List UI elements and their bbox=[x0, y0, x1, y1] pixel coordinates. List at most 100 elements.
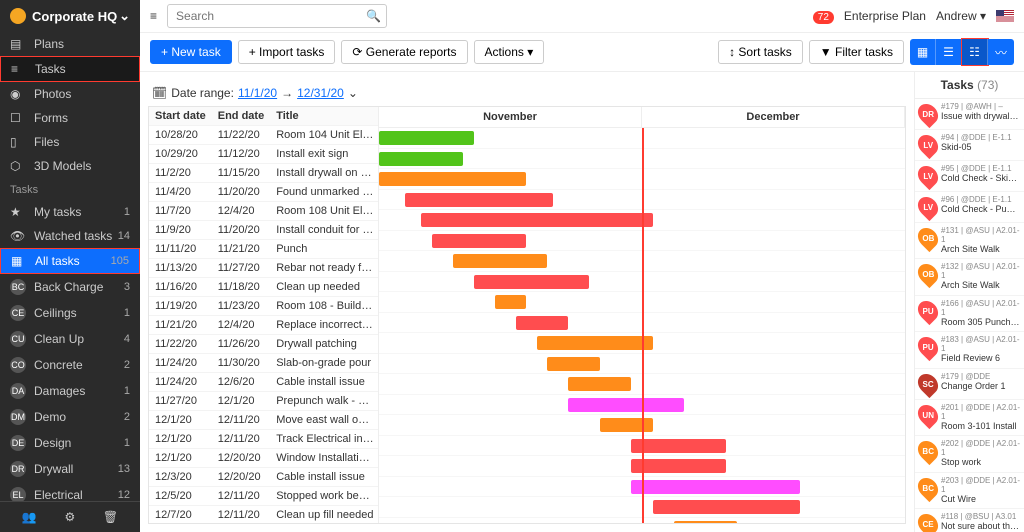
gantt-bar[interactable] bbox=[474, 275, 590, 289]
cat-electrical[interactable]: ELElectrical12 bbox=[0, 482, 140, 501]
view-gantt-button[interactable]: ☷ bbox=[962, 39, 988, 65]
task-row[interactable]: 10/29/2011/12/20Install exit sign bbox=[149, 145, 379, 164]
task-card[interactable]: OB#131 | @ASU | A2.01-1Arch Site Walk bbox=[915, 223, 1024, 259]
gantt-bar[interactable] bbox=[432, 234, 527, 248]
task-row[interactable]: 11/24/2012/6/20Cable install issue bbox=[149, 373, 379, 392]
gantt-bar[interactable] bbox=[568, 377, 631, 391]
gantt-bar[interactable] bbox=[379, 172, 526, 186]
nav-photos[interactable]: ◉Photos bbox=[0, 82, 140, 106]
nav-tasks[interactable]: ≡Tasks bbox=[0, 56, 140, 82]
cat-back-charge[interactable]: BCBack Charge3 bbox=[0, 274, 140, 300]
cat-demo[interactable]: DMDemo2 bbox=[0, 404, 140, 430]
chevron-down-icon[interactable]: ⌄ bbox=[348, 86, 358, 100]
task-row[interactable]: 11/21/2012/4/20Replace incorrect terrazz… bbox=[149, 316, 379, 335]
cat-concrete[interactable]: COConcrete2 bbox=[0, 352, 140, 378]
view-list-button[interactable]: ☰ bbox=[936, 39, 962, 65]
date-from[interactable]: 11/1/20 bbox=[238, 86, 277, 100]
gantt-bar[interactable] bbox=[653, 500, 800, 514]
nav-plans[interactable]: ▤Plans bbox=[0, 32, 140, 56]
task-row[interactable]: 11/27/2012/1/20Prepunch walk - East Wing bbox=[149, 392, 379, 411]
gantt-bar[interactable] bbox=[600, 418, 653, 432]
gantt-bar[interactable] bbox=[631, 459, 726, 473]
col-title[interactable]: Title bbox=[270, 107, 379, 126]
cat-badge: DE bbox=[10, 435, 26, 451]
gantt-bar[interactable] bbox=[631, 480, 799, 494]
user-menu[interactable]: Andrew ▾ bbox=[936, 9, 986, 23]
task-row[interactable]: 12/1/2012/11/20Move east wall on buildin… bbox=[149, 411, 379, 430]
gantt-bar[interactable] bbox=[631, 439, 726, 453]
people-icon[interactable]: 👥 bbox=[22, 510, 37, 524]
notification-bell[interactable]: 72 bbox=[813, 9, 834, 23]
col-end[interactable]: End date bbox=[212, 107, 270, 126]
task-row[interactable]: 11/11/2011/21/20Punch bbox=[149, 240, 379, 259]
date-to[interactable]: 12/31/20 bbox=[297, 86, 344, 100]
gantt-bar[interactable] bbox=[421, 213, 652, 227]
task-card[interactable]: CE#118 | @BSU | A3.01Not sure about this… bbox=[915, 509, 1024, 532]
generate-reports-button[interactable]: ⟳ Generate reports bbox=[341, 40, 467, 64]
task-row[interactable]: 11/2/2011/15/20Install drywall on wall bbox=[149, 164, 379, 183]
task-card[interactable]: DR#179 | @AWH | –Issue with drywall on… bbox=[915, 99, 1024, 130]
menu-icon[interactable]: ≡ bbox=[150, 9, 157, 23]
task-row[interactable]: 11/19/2011/23/20Room 108 - Building 2 In… bbox=[149, 297, 379, 316]
flag-icon[interactable] bbox=[996, 10, 1014, 22]
gantt-bar[interactable] bbox=[405, 193, 552, 207]
task-card[interactable]: LV#95 | @DDE | E-1.1Cold Check - Skid-05 bbox=[915, 161, 1024, 192]
actions-dropdown[interactable]: Actions ▾ bbox=[474, 40, 545, 64]
task-card[interactable]: UN#201 | @DDE | A2.01-1Room 3-101 Instal… bbox=[915, 400, 1024, 436]
subnav-my-tasks[interactable]: ★My tasks1 bbox=[0, 200, 140, 224]
gantt-bar[interactable] bbox=[379, 131, 474, 145]
col-start[interactable]: Start date bbox=[149, 107, 212, 126]
task-row[interactable]: 12/7/2012/11/20Clean up fill needed bbox=[149, 506, 379, 524]
task-card[interactable]: OB#132 | @ASU | A2.01-1Arch Site Walk bbox=[915, 259, 1024, 295]
task-card[interactable]: BC#202 | @DDE | A2.01-1Stop work bbox=[915, 436, 1024, 472]
nav-forms[interactable]: ☐Forms bbox=[0, 106, 140, 130]
view-grid-button[interactable]: ▦ bbox=[910, 39, 936, 65]
sort-tasks-button[interactable]: ↕ Sort tasks bbox=[718, 40, 803, 64]
gantt-bar[interactable] bbox=[379, 152, 463, 166]
task-row[interactable]: 11/24/2011/30/20Slab-on-grade pour bbox=[149, 354, 379, 373]
subnav-all-tasks[interactable]: ▦All tasks105 bbox=[0, 248, 140, 274]
cat-design[interactable]: DEDesign1 bbox=[0, 430, 140, 456]
task-card[interactable]: LV#96 | @DDE | E-1.1Cold Check - Punch l… bbox=[915, 192, 1024, 223]
trash-icon[interactable]: 🗑 bbox=[103, 510, 118, 524]
nav-3d-models[interactable]: ⬡3D Models bbox=[0, 154, 140, 178]
task-row[interactable]: 11/9/2011/20/20Install conduit for EF-4 … bbox=[149, 221, 379, 240]
import-tasks-button[interactable]: + Import tasks bbox=[238, 40, 336, 64]
gantt-bar[interactable] bbox=[516, 316, 569, 330]
cat-drywall[interactable]: DRDrywall13 bbox=[0, 456, 140, 482]
gantt-bar[interactable] bbox=[495, 295, 527, 309]
gantt-bar[interactable] bbox=[674, 521, 737, 524]
plan-label[interactable]: Enterprise Plan bbox=[844, 9, 926, 23]
new-task-button[interactable]: + New task bbox=[150, 40, 232, 64]
filter-tasks-button[interactable]: ▼ Filter tasks bbox=[809, 40, 904, 64]
gear-icon[interactable]: ⚙ bbox=[64, 510, 75, 524]
org-selector[interactable]: Corporate HQ ⌄ bbox=[0, 0, 140, 32]
gantt-bar[interactable] bbox=[547, 357, 600, 371]
view-chart-button[interactable]: 〰 bbox=[988, 39, 1014, 65]
gantt-bar[interactable] bbox=[537, 336, 653, 350]
task-card[interactable]: LV#94 | @DDE | E-1.1Skid-05 bbox=[915, 130, 1024, 161]
subnav-watched-tasks[interactable]: 👁Watched tasks14 bbox=[0, 224, 140, 248]
task-row[interactable]: 11/16/2011/18/20Clean up needed bbox=[149, 278, 379, 297]
task-card[interactable]: BC#203 | @DDE | A2.01-1Cut Wire bbox=[915, 473, 1024, 509]
task-row[interactable]: 12/1/2012/11/20Track Electrical in Servi… bbox=[149, 430, 379, 449]
nav-files[interactable]: ▯Files bbox=[0, 130, 140, 154]
cat-damages[interactable]: DADamages1 bbox=[0, 378, 140, 404]
gantt-bar[interactable] bbox=[453, 254, 548, 268]
task-card[interactable]: PU#166 | @ASU | A2.01-1Room 305 Punch In… bbox=[915, 296, 1024, 332]
task-row[interactable]: 11/7/2012/4/20Room 108 Unit Electrical bbox=[149, 202, 379, 221]
task-row[interactable]: 10/28/2011/22/20Room 104 Unit Electrical bbox=[149, 126, 379, 145]
task-card[interactable]: SC#179 | @DDEChange Order 1 bbox=[915, 369, 1024, 400]
search-input[interactable] bbox=[167, 4, 387, 28]
cat-ceilings[interactable]: CECeilings1 bbox=[0, 300, 140, 326]
task-row[interactable]: 12/1/2012/20/20Window Installation 1105 bbox=[149, 449, 379, 468]
task-row[interactable]: 12/5/2012/11/20Stopped work because of E… bbox=[149, 487, 379, 506]
gantt-bar[interactable] bbox=[568, 398, 684, 412]
cat-clean-up[interactable]: CUClean Up4 bbox=[0, 326, 140, 352]
task-row[interactable]: 11/22/2011/26/20Drywall patching bbox=[149, 335, 379, 354]
task-row[interactable]: 11/13/2011/27/20Rebar not ready for conc… bbox=[149, 259, 379, 278]
task-end: 11/12/20 bbox=[212, 145, 270, 164]
task-row[interactable]: 12/3/2012/20/20Cable install issue bbox=[149, 468, 379, 487]
task-card[interactable]: PU#183 | @ASU | A2.01-1Field Review 6 bbox=[915, 332, 1024, 368]
task-row[interactable]: 11/4/2011/20/20Found unmarked utility li… bbox=[149, 183, 379, 202]
